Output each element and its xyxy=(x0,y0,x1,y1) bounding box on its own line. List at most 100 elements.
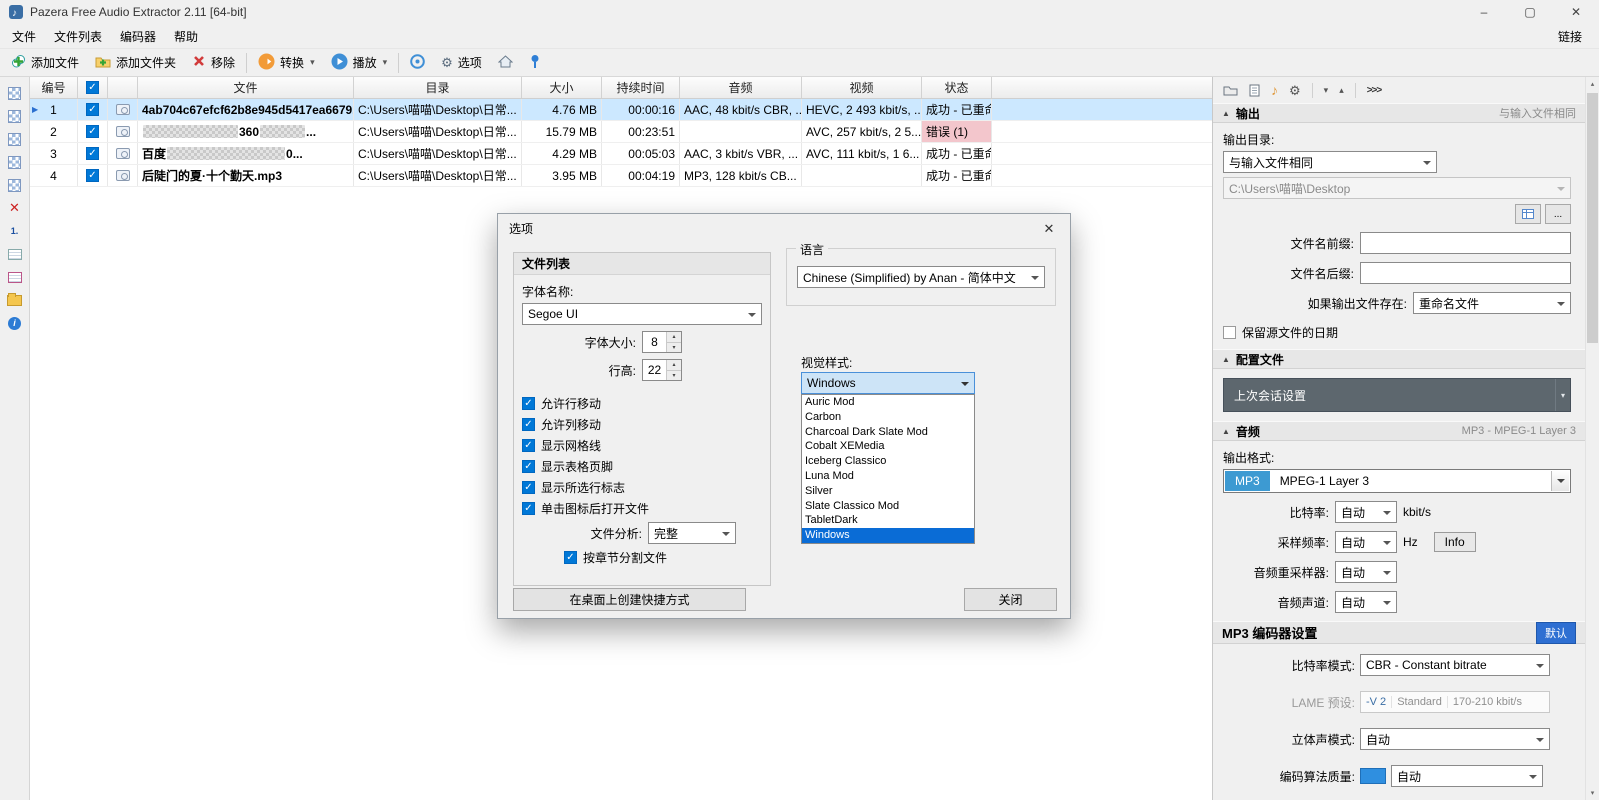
row-checkbox-cell[interactable]: ✓ xyxy=(78,99,108,120)
col-header-checkbox[interactable]: ✓ xyxy=(78,77,108,98)
spin-down-icon[interactable]: ▾ xyxy=(667,371,681,381)
option-checkbox[interactable]: ✓显示网格线 xyxy=(522,435,762,456)
visual-style-option[interactable]: Silver xyxy=(802,484,974,499)
spin-down-icon[interactable]: ▾ xyxy=(667,343,681,353)
sidebar-grid-icon[interactable] xyxy=(4,175,26,195)
mp3-section-header[interactable]: MP3 编码器设置 默认 xyxy=(1213,621,1585,644)
create-shortcut-button[interactable]: 在桌面上创建快捷方式 xyxy=(513,588,746,611)
channels-combo[interactable]: 自动 xyxy=(1335,591,1397,613)
row-checkbox-cell[interactable]: ✓ xyxy=(78,165,108,186)
row-checkbox[interactable]: ✓ xyxy=(86,125,99,138)
options-button[interactable]: ⚙ 选项 xyxy=(433,51,490,75)
col-header-file[interactable]: 文件 xyxy=(138,77,354,98)
row-media-cell[interactable] xyxy=(108,165,138,186)
row-media-cell[interactable] xyxy=(108,99,138,120)
menu-filelist[interactable]: 文件列表 xyxy=(45,25,111,48)
menu-help[interactable]: 帮助 xyxy=(165,25,207,48)
panel-scrollbar[interactable]: ▴ ▾ xyxy=(1585,77,1599,800)
col-header-duration[interactable]: 持续时间 xyxy=(602,77,680,98)
sidebar-remove-icon[interactable]: ✕ xyxy=(4,198,26,218)
option-checkbox[interactable]: ✓单击图标后打开文件 xyxy=(522,498,762,519)
maximize-button[interactable]: ▢ xyxy=(1507,0,1553,24)
chevron-up-icon[interactable]: ▴ xyxy=(1339,85,1344,96)
sidebar-grid-icon[interactable] xyxy=(4,129,26,149)
dialog-close-icon[interactable]: ✕ xyxy=(1028,214,1070,243)
sidebar-grid-icon[interactable] xyxy=(4,83,26,103)
visual-style-option[interactable]: Luna Mod xyxy=(802,469,974,484)
document-icon[interactable] xyxy=(1249,84,1260,97)
row-checkbox[interactable]: ✓ xyxy=(86,103,99,116)
resampler-combo[interactable]: 自动 xyxy=(1335,561,1397,583)
option-checkbox[interactable]: ✓显示所选行标志 xyxy=(522,477,762,498)
audio-section-header[interactable]: ▲ 音频 MP3 - MPEG-1 Layer 3 xyxy=(1213,421,1585,441)
visual-style-option[interactable]: Cobalt XEMedia xyxy=(802,439,974,454)
col-header-audio[interactable]: 音频 xyxy=(680,77,802,98)
stereo-combo[interactable]: 自动 xyxy=(1360,728,1550,750)
pin-button[interactable] xyxy=(521,51,549,75)
profile-combo[interactable]: 上次会话设置 ▾ xyxy=(1223,378,1571,412)
profile-section-header[interactable]: ▲ 配置文件 xyxy=(1213,349,1585,369)
row-height-spinner[interactable]: 22 ▴▾ xyxy=(642,359,682,381)
option-checkbox[interactable]: ✓显示表格页脚 xyxy=(522,456,762,477)
visual-style-option[interactable]: Auric Mod xyxy=(802,395,974,410)
remove-button[interactable]: 移除 xyxy=(184,51,243,75)
format-combo[interactable]: MP3 MPEG-1 Layer 3 xyxy=(1223,469,1571,493)
suffix-input[interactable] xyxy=(1360,262,1571,284)
menu-links[interactable]: 链接 xyxy=(1544,25,1596,48)
visual-style-option[interactable]: TabletDark xyxy=(802,513,974,528)
convert-info-button[interactable] xyxy=(402,51,433,75)
play-dropdown-icon[interactable]: ▾ xyxy=(383,57,388,68)
option-checkbox[interactable]: ✓允许列移动 xyxy=(522,414,762,435)
visual-style-option[interactable]: Iceberg Classico xyxy=(802,454,974,469)
col-header-size[interactable]: 大小 xyxy=(522,77,602,98)
menu-encoder[interactable]: 编码器 xyxy=(111,25,165,48)
split-chapters-checkbox[interactable]: ✓ 按章节分割文件 xyxy=(564,547,762,568)
visual-style-option[interactable]: Slate Classico Mod xyxy=(802,499,974,514)
col-header-number[interactable]: 编号 xyxy=(30,77,78,98)
spin-up-icon[interactable]: ▴ xyxy=(667,332,681,343)
exists-combo[interactable]: 重命名文件 xyxy=(1413,292,1571,314)
visual-style-combo[interactable]: Windows xyxy=(801,372,975,394)
bitrate-mode-combo[interactable]: CBR - Constant bitrate xyxy=(1360,654,1550,676)
spin-up-icon[interactable]: ▴ xyxy=(667,360,681,371)
sidebar-table-arrow-icon[interactable] xyxy=(4,244,26,264)
home-button[interactable] xyxy=(490,51,521,75)
scrollbar-thumb[interactable] xyxy=(1587,93,1598,343)
quality-combo[interactable]: 自动 xyxy=(1391,765,1543,787)
add-folder-button[interactable]: 添加文件夹 xyxy=(87,51,184,75)
keep-date-checkbox[interactable]: 保留源文件的日期 xyxy=(1223,324,1571,341)
col-header-dir[interactable]: 目录 xyxy=(354,77,522,98)
folder-icon[interactable] xyxy=(1223,84,1238,96)
sidebar-table-edit-icon[interactable] xyxy=(4,267,26,287)
row-checkbox[interactable]: ✓ xyxy=(86,147,99,160)
file-analysis-combo[interactable]: 完整 xyxy=(648,522,736,544)
format-dropdown-button[interactable] xyxy=(1551,471,1569,491)
col-header-status[interactable]: 状态 xyxy=(922,77,992,98)
browse-dots-button[interactable]: ... xyxy=(1545,204,1571,224)
close-button[interactable]: ✕ xyxy=(1553,0,1599,24)
font-name-combo[interactable]: Segoe UI xyxy=(522,303,762,325)
font-size-spinner[interactable]: 8 ▴▾ xyxy=(642,331,682,353)
prefix-input[interactable] xyxy=(1360,232,1571,254)
table-row[interactable]: 2✓360...C:\Users\喵喵\Desktop\日常...15.79 M… xyxy=(30,121,1212,143)
row-checkbox-cell[interactable]: ✓ xyxy=(78,121,108,142)
sidebar-grid-icon[interactable] xyxy=(4,152,26,172)
sidebar-grid-icon[interactable] xyxy=(4,106,26,126)
scroll-down-arrow[interactable]: ▾ xyxy=(1586,786,1599,800)
table-row[interactable]: 3✓百度0...C:\Users\喵喵\Desktop\日常...4.29 MB… xyxy=(30,143,1212,165)
music-note-icon[interactable]: ♪ xyxy=(1271,82,1278,98)
output-dir-mode-combo[interactable]: 与输入文件相同 xyxy=(1223,151,1437,173)
scroll-up-arrow[interactable]: ▴ xyxy=(1586,77,1599,91)
sidebar-info-icon[interactable]: i xyxy=(4,313,26,333)
row-media-cell[interactable] xyxy=(108,143,138,164)
language-combo[interactable]: Chinese (Simplified) by Anan - 简体中文 xyxy=(797,266,1045,288)
table-row[interactable]: 4✓后陡门的夏·十个勤天.mp3C:\Users\喵喵\Desktop\日常..… xyxy=(30,165,1212,187)
row-media-cell[interactable] xyxy=(108,121,138,142)
visual-style-option[interactable]: Charcoal Dark Slate Mod xyxy=(802,425,974,440)
select-all-checkbox[interactable]: ✓ xyxy=(86,81,99,94)
col-header-icon[interactable] xyxy=(108,77,138,98)
dialog-close-button[interactable]: 关闭 xyxy=(964,588,1057,611)
sample-combo[interactable]: 自动 xyxy=(1335,531,1397,553)
col-header-video[interactable]: 视频 xyxy=(802,77,922,98)
bitrate-combo[interactable]: 自动 xyxy=(1335,501,1397,523)
